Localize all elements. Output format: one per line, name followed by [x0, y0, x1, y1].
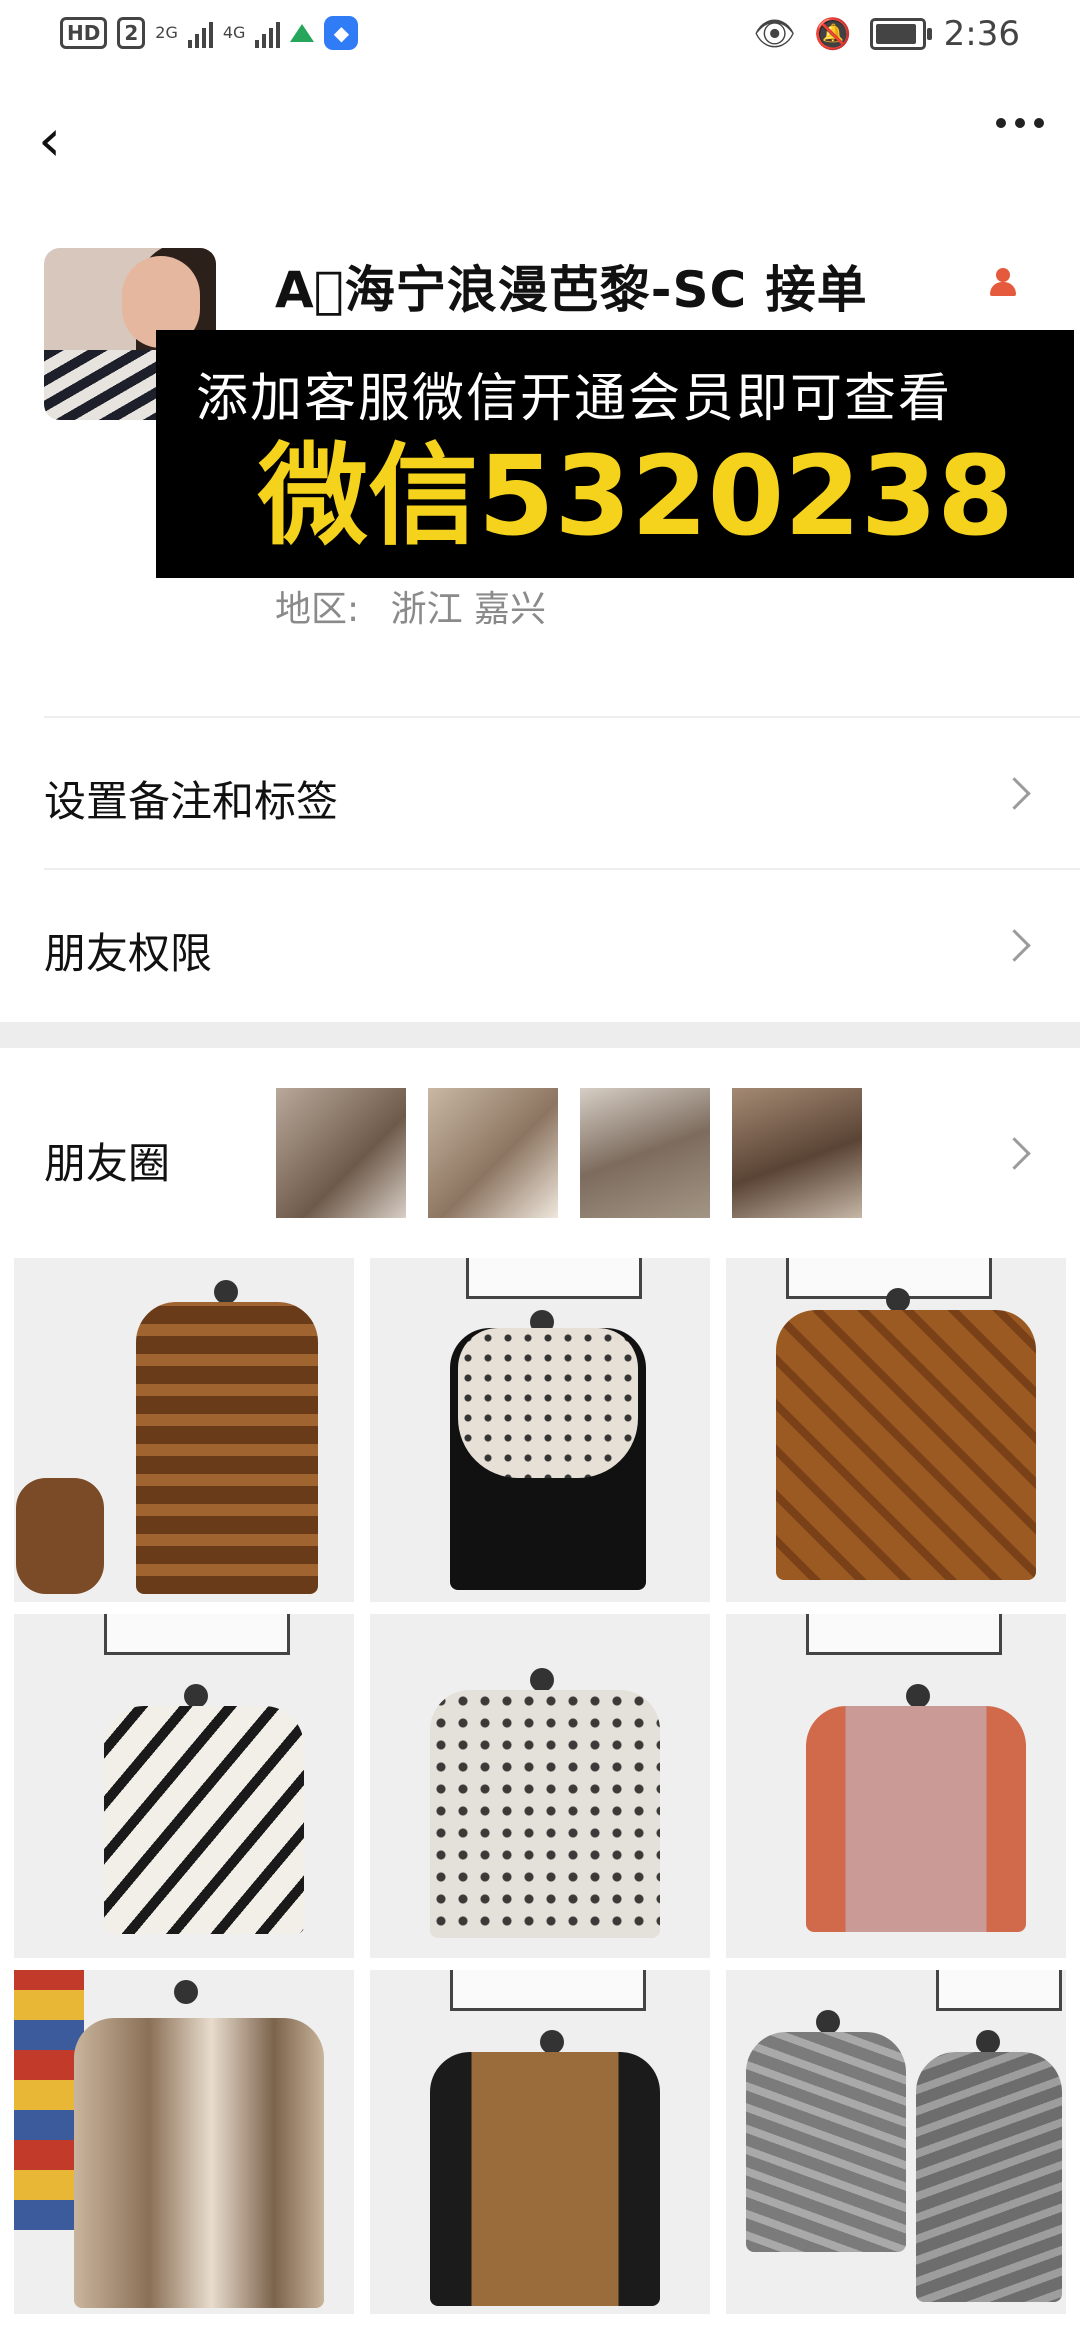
signal-icon-2 — [255, 18, 281, 48]
back-button[interactable]: ‹ — [38, 110, 78, 170]
menu-item-label: 设置备注和标签 — [44, 777, 339, 826]
signal-icon — [187, 18, 213, 48]
person-icon — [988, 268, 1018, 298]
profile-name: A⃝海宁浪漫芭黎-SC 接单 — [275, 261, 868, 319]
moments-thumbnail — [580, 1088, 710, 1218]
menu-item-label: 朋友权限 — [44, 929, 213, 978]
hd-badge: HD — [60, 17, 108, 49]
gallery-photo[interactable] — [726, 1614, 1066, 1958]
gallery-photo[interactable] — [370, 1258, 710, 1602]
eye-icon: 👁 — [753, 14, 797, 54]
moments-thumbnail — [732, 1088, 862, 1218]
promo-banner-line2: 微信5320238 — [258, 432, 1014, 560]
bell-off-icon: 🔕 — [814, 16, 852, 52]
more-button[interactable] — [996, 118, 1044, 128]
gallery-photo[interactable] — [14, 1970, 354, 2314]
moments-thumbnail — [276, 1088, 406, 1218]
region-info: 地区: 浙江 嘉兴 — [275, 580, 546, 632]
gallery-photo[interactable] — [726, 1258, 1066, 1602]
network-4g-label: 4G — [222, 23, 246, 42]
menu-item-remark-tags[interactable]: 设置备注和标签 — [0, 718, 1080, 868]
sim-badge: 2 — [117, 17, 146, 49]
moments-thumbnail — [428, 1088, 558, 1218]
mountain-icon — [290, 24, 315, 42]
network-2g-label: 2G — [155, 23, 178, 42]
chevron-right-icon — [998, 1137, 1031, 1170]
region-label: 地区: — [275, 589, 360, 630]
status-right: 👁 🔕 2:36 — [753, 14, 1020, 54]
region-value: 浙江 嘉兴 — [390, 589, 547, 630]
status-bar: HD 2 2G 4G ◆ 👁 🔕 2:36 — [0, 0, 1080, 74]
clock-time: 2:36 — [943, 14, 1020, 54]
gallery-photo[interactable] — [370, 1614, 710, 1958]
battery-icon — [869, 18, 932, 50]
gallery-photo[interactable] — [726, 1970, 1066, 2314]
menu-item-friend-permissions[interactable]: 朋友权限 — [0, 870, 1080, 1020]
more-dots-icon — [996, 118, 1006, 128]
status-left: HD 2 2G 4G ◆ — [60, 16, 359, 50]
gallery-photo[interactable] — [370, 1970, 710, 2314]
moments-label: 朋友圈 — [44, 1139, 171, 1188]
promo-banner-line1: 添加客服微信开通会员即可查看 — [196, 369, 953, 429]
section-gap — [0, 1022, 1080, 1048]
gallery-photo[interactable] — [14, 1258, 354, 1602]
chevron-right-icon — [998, 777, 1031, 810]
chevron-left-icon: ‹ — [38, 106, 62, 174]
chevron-right-icon — [998, 929, 1031, 962]
app-shield-icon: ◆ — [324, 16, 359, 50]
gallery-photo[interactable] — [14, 1614, 354, 1958]
